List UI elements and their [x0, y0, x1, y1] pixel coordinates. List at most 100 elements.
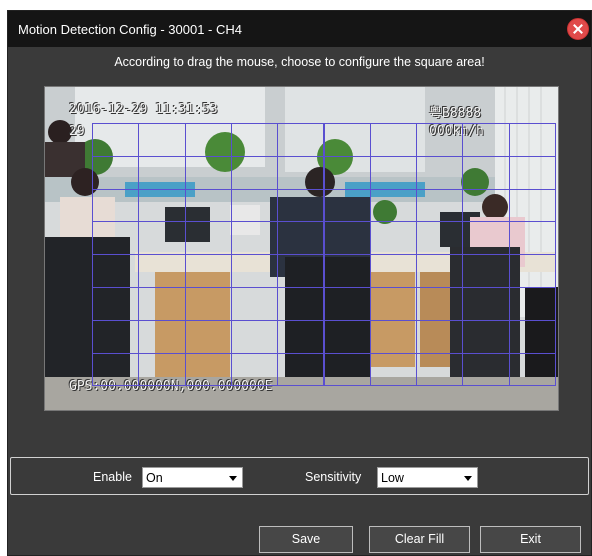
- save-button[interactable]: Save: [259, 526, 353, 553]
- grid-cell[interactable]: [416, 155, 464, 190]
- osd-counter: 29: [69, 124, 85, 139]
- grid-cell[interactable]: [138, 123, 186, 157]
- chevron-down-icon: [464, 476, 472, 481]
- exit-button[interactable]: Exit: [480, 526, 581, 553]
- grid-cell[interactable]: [230, 155, 279, 190]
- grid-cell[interactable]: [369, 123, 418, 157]
- grid-cell[interactable]: [462, 319, 510, 354]
- grid-cell[interactable]: [230, 319, 279, 354]
- instruction-text: According to drag the mouse, choose to c…: [114, 55, 485, 69]
- grid-cell[interactable]: [462, 352, 510, 387]
- grid-cell[interactable]: [138, 254, 186, 288]
- grid-cell[interactable]: [369, 221, 418, 256]
- grid-cell[interactable]: [92, 221, 140, 256]
- grid-cell[interactable]: [138, 287, 186, 321]
- grid-cell[interactable]: [369, 352, 418, 387]
- grid-cell[interactable]: [230, 123, 279, 157]
- grid-cell[interactable]: [184, 319, 232, 354]
- grid-cell[interactable]: [138, 221, 186, 256]
- grid-cell[interactable]: [92, 319, 140, 354]
- grid-cell[interactable]: [508, 221, 556, 256]
- grid-cell[interactable]: [462, 221, 510, 256]
- grid-cell[interactable]: [184, 188, 232, 223]
- grid-cell[interactable]: [508, 254, 556, 288]
- grid-cell[interactable]: [508, 352, 556, 387]
- grid-cell[interactable]: [184, 254, 232, 288]
- grid-cell[interactable]: [323, 155, 371, 190]
- grid-cell[interactable]: [92, 352, 140, 387]
- grid-cell[interactable]: [416, 221, 464, 256]
- camera-preview[interactable]: 2016-12-29 11:31:53 粤B8888 29 000km/h GP…: [44, 86, 559, 411]
- grid-cell[interactable]: [277, 287, 325, 321]
- grid-cell[interactable]: [277, 254, 325, 288]
- grid-cell[interactable]: [462, 123, 510, 157]
- grid-cell[interactable]: [277, 155, 325, 190]
- grid-cell[interactable]: [277, 123, 325, 157]
- grid-cell[interactable]: [230, 221, 279, 256]
- grid-cell[interactable]: [92, 287, 140, 321]
- grid-cell[interactable]: [508, 155, 556, 190]
- osd-plate: 粤B8888: [429, 106, 482, 121]
- grid-cell[interactable]: [184, 123, 232, 157]
- grid-cell[interactable]: [508, 188, 556, 223]
- grid-cell[interactable]: [323, 287, 371, 321]
- grid-cell[interactable]: [508, 319, 556, 354]
- grid-cell[interactable]: [416, 287, 464, 321]
- osd-datetime: 2016-12-29 11:31:53: [69, 102, 218, 117]
- enable-label: Enable: [93, 470, 132, 484]
- title-bar[interactable]: Motion Detection Config - 30001 - CH4: [8, 11, 591, 47]
- grid-cell[interactable]: [277, 352, 325, 387]
- grid-cell[interactable]: [369, 254, 418, 288]
- grid-cell[interactable]: [508, 123, 556, 157]
- grid-cell[interactable]: [323, 188, 371, 223]
- clear-fill-button[interactable]: Clear Fill: [369, 526, 470, 553]
- grid-cell[interactable]: [230, 352, 279, 387]
- grid-cell[interactable]: [416, 123, 464, 157]
- sensitivity-label: Sensitivity: [305, 470, 362, 484]
- grid-cell[interactable]: [138, 352, 186, 387]
- grid-cell[interactable]: [92, 254, 140, 288]
- motion-detection-grid[interactable]: [92, 123, 556, 387]
- grid-cell[interactable]: [369, 188, 418, 223]
- grid-cell[interactable]: [323, 254, 371, 288]
- grid-cell[interactable]: [508, 287, 556, 321]
- grid-cell[interactable]: [369, 287, 418, 321]
- sensitivity-select[interactable]: Low: [377, 467, 478, 488]
- grid-cell[interactable]: [369, 319, 418, 354]
- grid-cell[interactable]: [184, 155, 232, 190]
- grid-cell[interactable]: [323, 221, 371, 256]
- grid-cell[interactable]: [323, 319, 371, 354]
- settings-panel: Enable On Sensitivity Low: [10, 457, 589, 495]
- grid-cell[interactable]: [462, 155, 510, 190]
- grid-cell[interactable]: [138, 319, 186, 354]
- window-title: Motion Detection Config - 30001 - CH4: [18, 22, 243, 37]
- grid-cell[interactable]: [184, 287, 232, 321]
- grid-cell[interactable]: [462, 287, 510, 321]
- chevron-down-icon: [229, 476, 237, 481]
- grid-cell[interactable]: [323, 352, 371, 387]
- grid-cell[interactable]: [416, 188, 464, 223]
- grid-cell[interactable]: [92, 188, 140, 223]
- grid-cell[interactable]: [184, 221, 232, 256]
- grid-cell[interactable]: [462, 188, 510, 223]
- grid-cell[interactable]: [92, 155, 140, 190]
- grid-cell[interactable]: [277, 188, 325, 223]
- grid-cell[interactable]: [230, 188, 279, 223]
- grid-cell[interactable]: [323, 123, 371, 157]
- grid-cell[interactable]: [277, 221, 325, 256]
- grid-cell[interactable]: [184, 352, 232, 387]
- grid-cell[interactable]: [462, 254, 510, 288]
- motion-detection-dialog: Motion Detection Config - 30001 - CH4 Ac…: [7, 10, 592, 556]
- grid-cell[interactable]: [416, 254, 464, 288]
- grid-cell[interactable]: [92, 123, 140, 157]
- close-icon[interactable]: [567, 18, 589, 40]
- grid-cell[interactable]: [416, 352, 464, 387]
- grid-cell[interactable]: [369, 155, 418, 190]
- grid-cell[interactable]: [230, 254, 279, 288]
- grid-cell[interactable]: [230, 287, 279, 321]
- grid-cell[interactable]: [138, 155, 186, 190]
- enable-select[interactable]: On: [142, 467, 243, 488]
- grid-cell[interactable]: [416, 319, 464, 354]
- grid-cell[interactable]: [277, 319, 325, 354]
- grid-cell[interactable]: [138, 188, 186, 223]
